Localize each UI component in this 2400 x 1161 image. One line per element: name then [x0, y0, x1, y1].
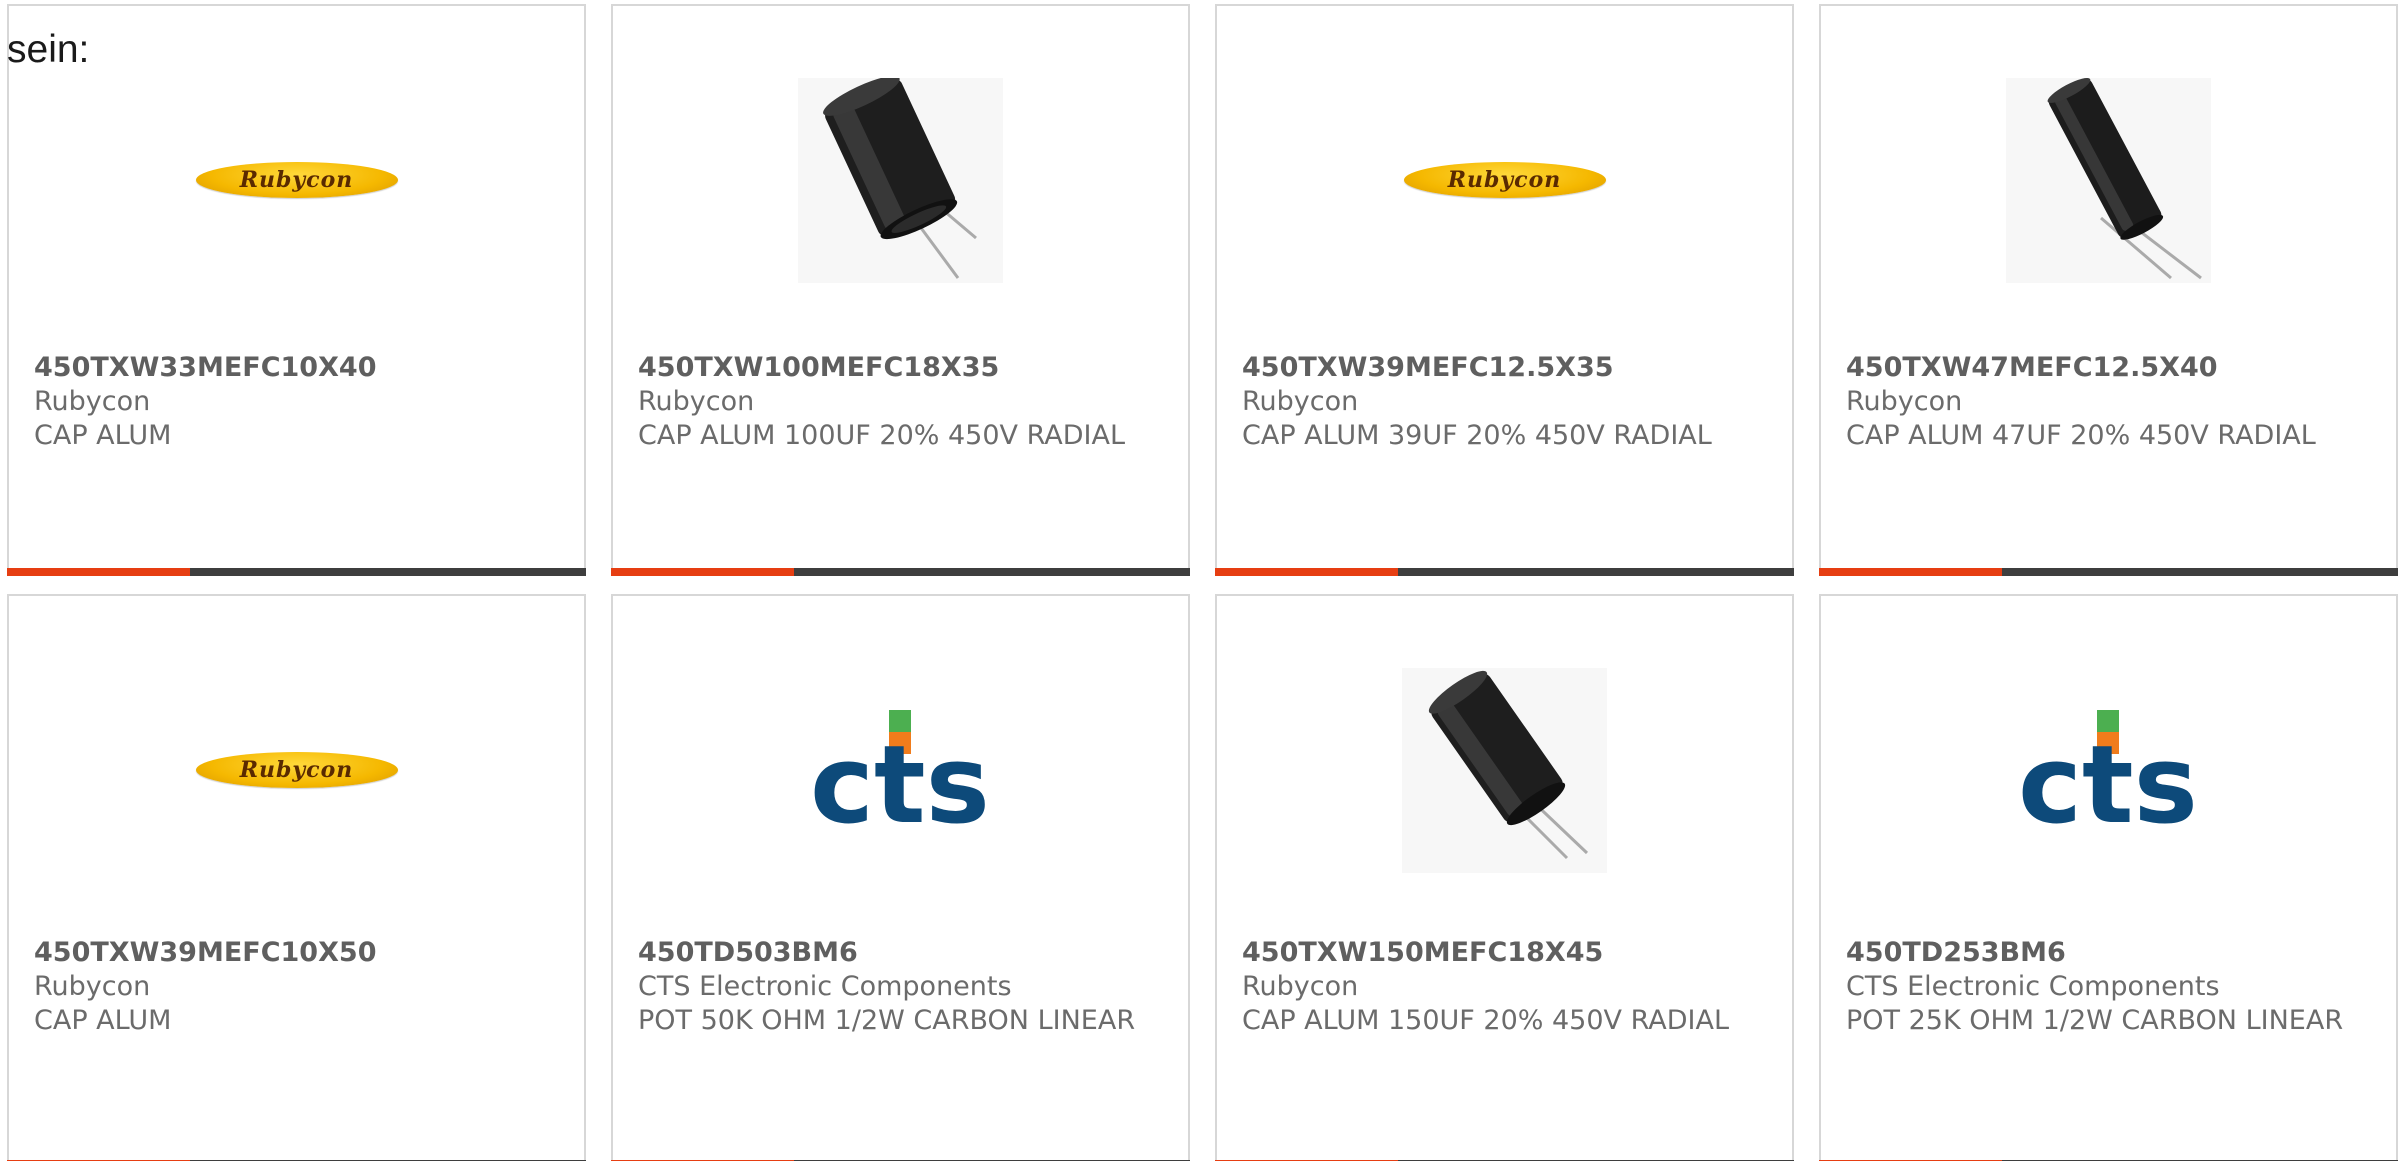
product-card[interactable]: cts 450TD253BM6 CTS Electronic Component…: [1819, 594, 2398, 1161]
capacitor-photo: [1402, 667, 1607, 873]
product-card[interactable]: Rubycon 450TXW39MEFC12.5X35 Rubycon CAP …: [1215, 4, 1794, 576]
part-number[interactable]: 450TD503BM6: [638, 936, 1168, 970]
product-card[interactable]: 450TXW150MEFC18X45 Rubycon CAP ALUM 150U…: [1215, 594, 1794, 1161]
part-number[interactable]: 450TXW33MEFC10X40: [34, 351, 564, 385]
manufacturer: Rubycon: [1846, 386, 1963, 417]
logo-text: cts: [2018, 723, 2198, 830]
card-bar-accent: [7, 568, 190, 576]
description: CAP ALUM 150UF 20% 450V RADIAL: [1242, 1005, 1729, 1036]
rubycon-logo: Rubycon: [195, 162, 398, 198]
card-bar: [1819, 568, 2398, 576]
product-image[interactable]: Rubycon: [9, 66, 584, 294]
card-bar: [1215, 568, 1794, 576]
description: CAP ALUM 47UF 20% 450V RADIAL: [1846, 420, 2316, 451]
intro-text: sein:: [7, 28, 90, 71]
product-image[interactable]: [1217, 656, 1792, 884]
capacitor-photo: [798, 77, 1003, 283]
rubycon-logo: Rubycon: [1403, 162, 1606, 198]
product-image[interactable]: cts: [613, 656, 1188, 884]
card-bar: [7, 568, 586, 576]
manufacturer: Rubycon: [34, 386, 151, 417]
part-number[interactable]: 450TXW150MEFC18X45: [1242, 936, 1772, 970]
product-image[interactable]: [613, 66, 1188, 294]
cts-logo: cts: [2018, 710, 2198, 830]
manufacturer: Rubycon: [1242, 386, 1359, 417]
description: POT 25K OHM 1/2W CARBON LINEAR: [1846, 1005, 2344, 1036]
description: CAP ALUM: [34, 420, 172, 451]
description: CAP ALUM 39UF 20% 450V RADIAL: [1242, 420, 1712, 451]
product-card[interactable]: Rubycon 450TXW39MEFC10X50 Rubycon CAP AL…: [7, 594, 586, 1161]
description: CAP ALUM 100UF 20% 450V RADIAL: [638, 420, 1125, 451]
manufacturer: CTS Electronic Components: [638, 971, 1012, 1002]
manufacturer: Rubycon: [34, 971, 151, 1002]
part-number[interactable]: 450TXW100MEFC18X35: [638, 351, 1168, 385]
card-bar-accent: [1215, 568, 1398, 576]
logo-text: Rubycon: [239, 757, 354, 783]
part-number[interactable]: 450TXW47MEFC12.5X40: [1846, 351, 2376, 385]
part-number[interactable]: 450TXW39MEFC10X50: [34, 936, 564, 970]
manufacturer: Rubycon: [1242, 971, 1359, 1002]
manufacturer: CTS Electronic Components: [1846, 971, 2220, 1002]
description: CAP ALUM: [34, 1005, 172, 1036]
product-image[interactable]: cts: [1821, 656, 2396, 884]
part-number[interactable]: 450TD253BM6: [1846, 936, 2376, 970]
part-number[interactable]: 450TXW39MEFC12.5X35: [1242, 351, 1772, 385]
product-card[interactable]: 450TXW100MEFC18X35 Rubycon CAP ALUM 100U…: [611, 4, 1190, 576]
product-image[interactable]: [1821, 66, 2396, 294]
card-bar-accent: [1819, 568, 2002, 576]
logo-text: Rubycon: [1447, 167, 1562, 193]
cts-logo: cts: [810, 710, 990, 830]
capacitor-photo: [2006, 77, 2211, 283]
product-image[interactable]: Rubycon: [1217, 66, 1792, 294]
product-card[interactable]: 450TXW47MEFC12.5X40 Rubycon CAP ALUM 47U…: [1819, 4, 2398, 576]
product-card[interactable]: cts 450TD503BM6 CTS Electronic Component…: [611, 594, 1190, 1161]
manufacturer: Rubycon: [638, 386, 755, 417]
logo-text: cts: [810, 723, 990, 830]
card-bar: [611, 568, 1190, 576]
description: POT 50K OHM 1/2W CARBON LINEAR: [638, 1005, 1136, 1036]
logo-text: Rubycon: [239, 167, 354, 193]
card-bar-accent: [611, 568, 794, 576]
product-image[interactable]: Rubycon: [9, 656, 584, 884]
rubycon-logo: Rubycon: [195, 752, 398, 788]
product-card[interactable]: Rubycon 450TXW33MEFC10X40 Rubycon CAP AL…: [7, 4, 586, 576]
